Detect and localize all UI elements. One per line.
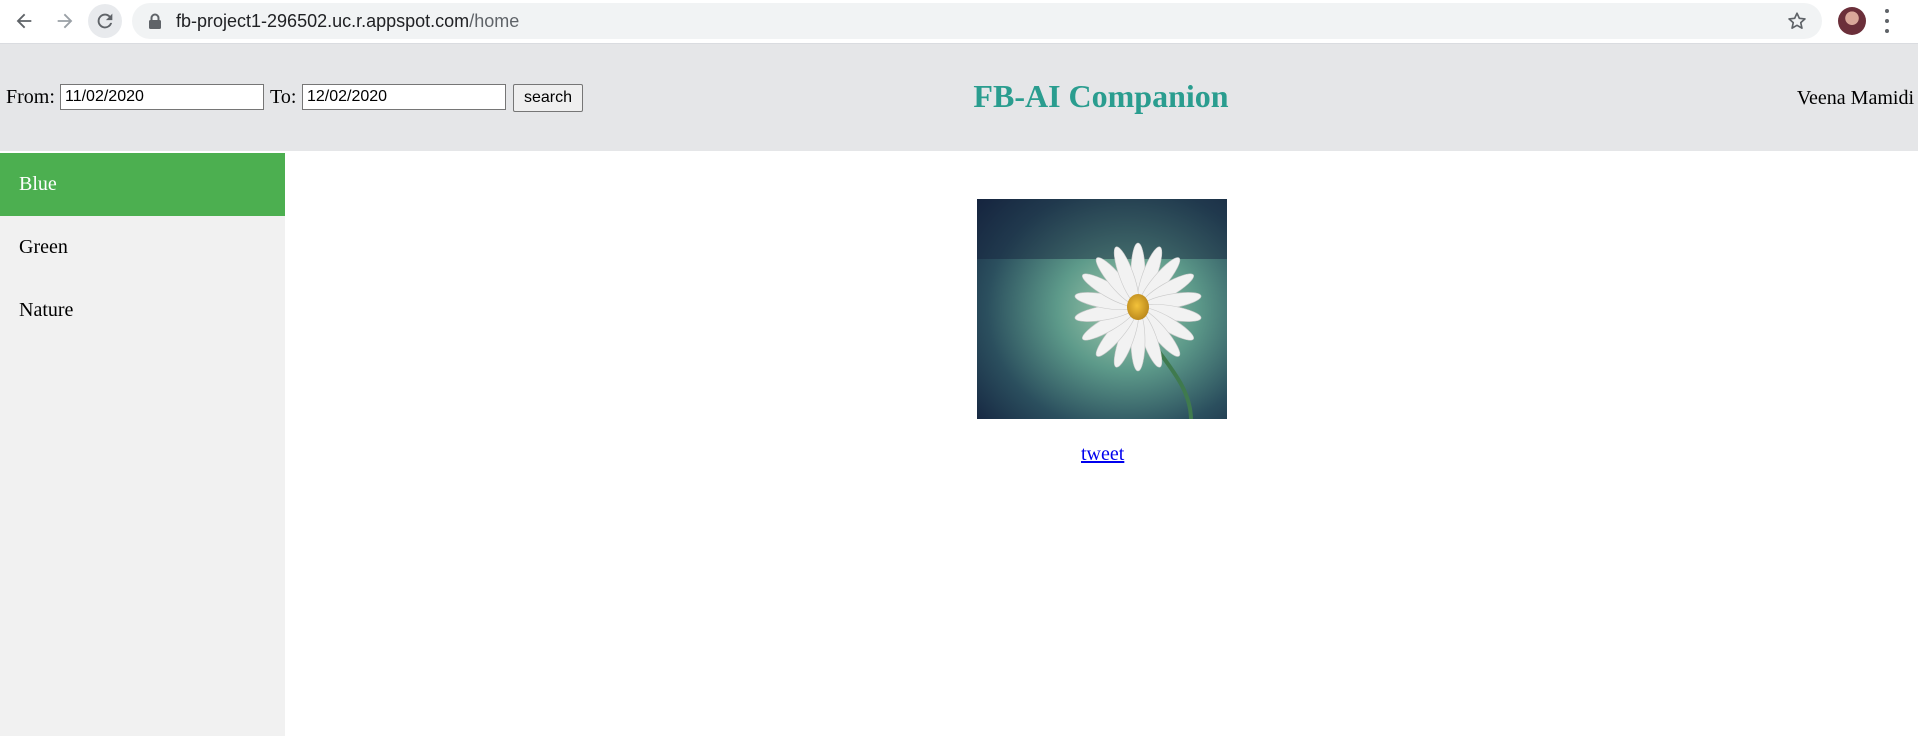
daisy-image — [977, 199, 1227, 419]
url-path: /home — [469, 11, 520, 31]
sidebar-item-blue[interactable]: Blue — [0, 153, 285, 216]
browser-toolbar: fb-project1-296502.uc.r.appspot.com/home — [0, 0, 1918, 44]
back-button[interactable] — [7, 4, 41, 38]
reload-button[interactable] — [88, 4, 122, 38]
search-button[interactable]: search — [513, 84, 583, 112]
browser-menu-icon[interactable] — [1884, 9, 1890, 33]
sidebar-item-nature[interactable]: Nature — [0, 279, 285, 342]
sidebar: Blue Green Nature — [0, 153, 285, 736]
from-date-input[interactable] — [60, 84, 264, 110]
forward-button[interactable] — [48, 4, 82, 38]
bookmark-star-icon[interactable] — [1786, 10, 1808, 32]
user-name: Veena Mamidi — [1796, 87, 1914, 109]
to-label: To: — [270, 86, 297, 108]
arrow-left-icon — [16, 13, 32, 29]
app-title: FB-AI Companion — [973, 78, 1229, 114]
url-text: fb-project1-296502.uc.r.appspot.com/home — [176, 11, 519, 32]
url-host: fb-project1-296502.uc.r.appspot.com — [176, 11, 470, 31]
lock-icon — [149, 13, 161, 29]
profile-avatar[interactable] — [1838, 7, 1866, 35]
from-label: From: — [6, 86, 55, 108]
arrow-right-icon — [57, 13, 73, 29]
daisy-flower-photo-icon — [977, 199, 1227, 419]
sidebar-item-green[interactable]: Green — [0, 216, 285, 279]
address-bar[interactable]: fb-project1-296502.uc.r.appspot.com/home — [132, 3, 1822, 39]
main-content: tweet — [285, 153, 1918, 736]
app-header: From: To: search FB-AI Companion Veena M… — [0, 44, 1918, 151]
reload-icon — [97, 13, 113, 29]
to-date-input[interactable] — [302, 84, 506, 110]
tweet-link[interactable]: tweet — [1081, 443, 1124, 466]
